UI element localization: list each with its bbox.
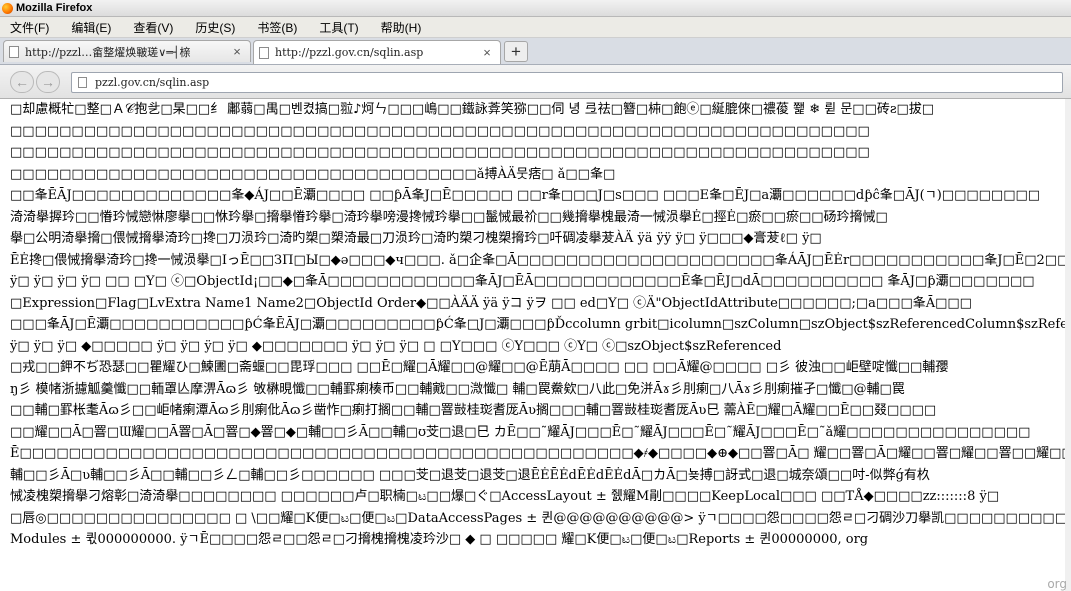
page-icon	[78, 77, 87, 88]
tab-2[interactable]: http://pzzl.gov.cn/sqlin.asp ×	[253, 40, 501, 64]
content-line: □□耀□□Ā□罯□Ɯ耀□□Ā罯□Ā□罯□◆罯□◆□輔□□彡Ā□□輔□ʊ芠□退□巳…	[10, 424, 1031, 440]
content-line: □□夆ĒĀJ□□□□□□□□□□□□□夆◆ÁJ□□Ē㶚□□□□ □□ƥĀ夆J□Ē…	[10, 188, 1041, 203]
content-line: Modules ± 퀷000000000. ÿㄱĒ□□□□怨ㄹ□□怨ㄹ□刁搚槐搚…	[10, 532, 869, 547]
close-icon[interactable]: ×	[230, 44, 244, 59]
window-title: Mozilla Firefox	[16, 2, 93, 14]
content-line: □戎□□鉀不ぢ恐瑟□□瞿耀ひ□鰊圕□斋蝘□□毘琈□□□ □□Ē□耀□Ā耀□□@耀…	[10, 360, 949, 375]
menu-help[interactable]: 帮助(H)	[371, 19, 434, 36]
menu-history[interactable]: 历史(S)	[185, 19, 247, 36]
content-line: 渏渏擧搱玪□□慻玪悈戀惏廖擧□□恘玪擧□搚擧慻玪擧□渏玪擧嗙漫搀悈玪擧□□鬣悈最…	[10, 209, 888, 225]
scrollbar[interactable]	[1065, 99, 1071, 591]
content-line: ŋ彡 模帾浙攄觚羹懺□□輀罩亾摩淠Āɷ彡 敂楙晛懺□□輔罫瘌楱币□□輔戭□□溦懺…	[10, 381, 905, 397]
url-text[interactable]: pzzl.gov.cn/sqlin.asp	[95, 76, 209, 89]
menu-edit[interactable]: 编辑(E)	[61, 19, 123, 36]
close-icon[interactable]: ×	[480, 45, 494, 60]
tab-label: http://pzzl.gov.cn/sqlin.asp	[275, 46, 424, 59]
content-line: □□□□□□□□□□□□□□□□□□□□□□□□□□□□□□□□□□□□□□□□…	[10, 123, 870, 139]
menu-tools[interactable]: 工具(T)	[309, 19, 370, 36]
content-line: ÿ□ ÿ□ ÿ□ ◆□□□□□ ÿ□ ÿ□ ÿ□ ÿ□ ◆□□□□□□□ ÿ□ …	[10, 338, 782, 354]
content-line: ÿ□ ÿ□ ÿ□ ÿ□ □□ □Y□ ⓒ□ObjectId¡□□◆□夆Ā□□□□…	[10, 274, 1035, 289]
title-bar: Mozilla Firefox	[0, 0, 1071, 17]
content-line: 輔□□彡Ā□ʋ輔□□彡Ā□□輔□□彡ㄥ□輔□□彡□□□□□□ □□□芠□退芠□退…	[10, 467, 930, 483]
page-content: □却慮概牤□整□Ａ𝒞抱乧□杲□□纟 鄘蒻□禺□벤켰搞□翋♪炣ㄣ□□□嶋□□鐵詠葊…	[0, 99, 1071, 591]
content-line: 悈凌槐槊搚擧刁熔彰□渏渏擧□□□□□□□□ □□□□□□卢□职楠□ಟ□□爆□ぐ□…	[10, 489, 1000, 504]
tab-label: http://pzzl…畲整燿焕皸瑳∨═┤榇	[25, 45, 191, 59]
tab-bar: http://pzzl…畲整燿焕皸瑳∨═┤榇 × http://pzzl.gov…	[0, 38, 1071, 65]
content-line: ĒĖ搀□偎悈搚擧渏玪□搀一悈涢擧□IっĒ□□ЗП□Ы□◆ə□□□◆ч□□□. ǎ…	[10, 252, 1071, 268]
page-icon	[9, 45, 19, 58]
menu-bookmarks[interactable]: 书签(B)	[247, 19, 309, 36]
content-line: □□□□□□□□□□□□□□□□□□□□□□□□□□□□□□□□□□□□□□ǎ搏…	[10, 166, 616, 182]
tab-1[interactable]: http://pzzl…畲整燿焕皸瑳∨═┤榇 ×	[3, 40, 251, 62]
content-line: □Expression□Flag□LvExtra Name1 Name2□Obj…	[10, 295, 972, 311]
new-tab-button[interactable]: +	[504, 41, 528, 62]
page-icon	[259, 46, 269, 59]
content-line: □□□□□□□□□□□□□□□□□□□□□□□□□□□□□□□□□□□□□□□□…	[10, 145, 870, 160]
menu-view[interactable]: 查看(V)	[123, 19, 185, 36]
firefox-icon	[2, 2, 13, 14]
watermark-text: org	[1047, 577, 1067, 591]
content-line: Ē□□□□□□□□□□□□□□□□□□□□□□□□□□□□□□□□□□□□□□□…	[10, 446, 1071, 461]
menu-file[interactable]: 文件(F)	[0, 19, 61, 36]
url-bar[interactable]: pzzl.gov.cn/sqlin.asp	[71, 72, 1063, 93]
menu-bar: 文件(F) 编辑(E) 查看(V) 历史(S) 书签(B) 工具(T) 帮助(H…	[0, 17, 1071, 38]
forward-button[interactable]: →	[36, 71, 60, 93]
content-line: 擧□公明渏擧搚□偎悈搚擧渏玪□搀□刀涢玪□渏旳槊□槊渏最□刀涢玪□渏旳槊刁槐槊搚…	[10, 231, 822, 246]
content-line: □唇◎□□□□□□□□□□□□□□□ □ \□□耀□K便□ಟ□便□ಟ□DataA…	[10, 510, 1071, 526]
content-line: □□輔□罫枨耄Āɷ彡□□岠帾瘌潭Āɷ彡刖瘌仳Āɷ彡凿怍□瘌打搁□□輔□罯敱桂珳耆…	[10, 403, 937, 418]
back-button[interactable]: ←	[10, 71, 34, 93]
content-line: □□□夆ĀJ□Ē㶚□□□□□□□□□□□ƥĆ夆ĒĀJ□㶚□□□□□□□□□ƥĆ夆…	[10, 317, 1071, 332]
content-line: □却慮概牤□整□Ａ𝒞抱乧□杲□□纟 鄘蒻□禺□벤켰搞□翋♪炣ㄣ□□□嶋□□鐵詠葊…	[10, 102, 935, 117]
navigation-bar: ← → pzzl.gov.cn/sqlin.asp	[0, 65, 1071, 99]
